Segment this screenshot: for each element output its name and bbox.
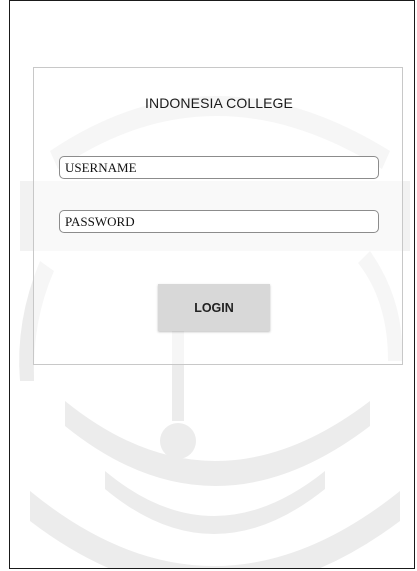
screen-frame: INDONESIA COLLEGE LOGIN	[9, 0, 415, 569]
username-input[interactable]	[59, 156, 379, 179]
college-title: INDONESIA COLLEGE	[145, 95, 293, 111]
login-card: INDONESIA COLLEGE LOGIN	[33, 67, 403, 365]
password-input[interactable]	[59, 210, 379, 233]
login-button[interactable]: LOGIN	[158, 284, 270, 331]
